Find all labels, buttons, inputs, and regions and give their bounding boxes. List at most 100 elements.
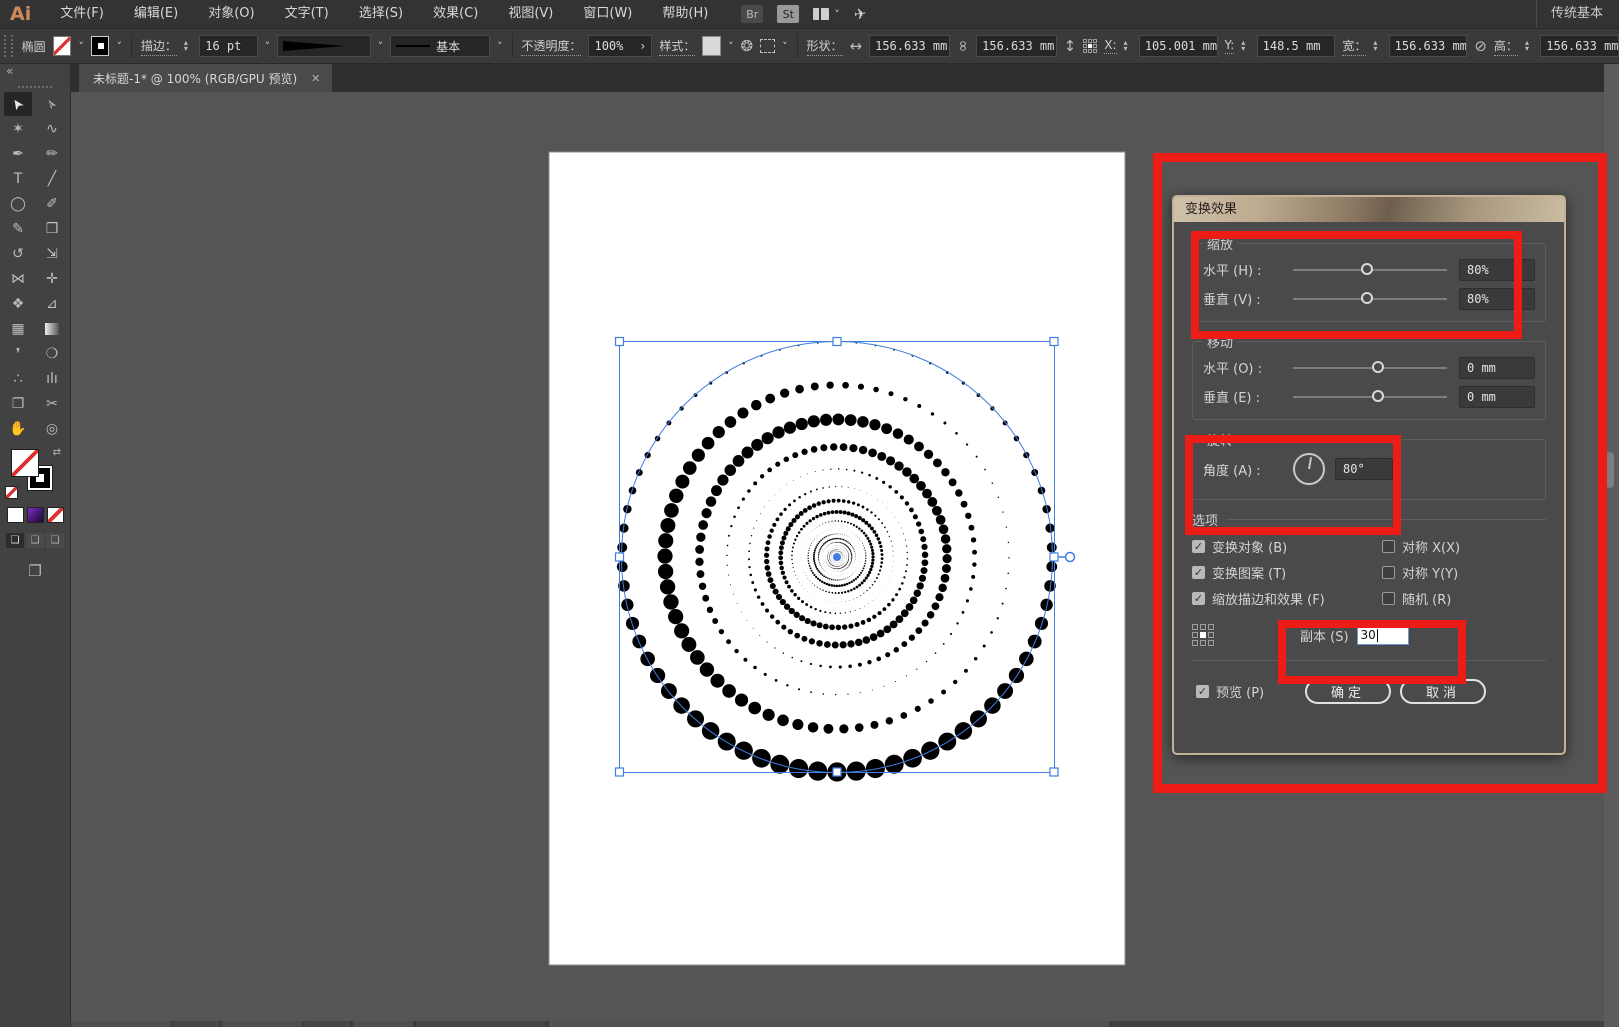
arrange-documents-button[interactable]: ˅ [813, 8, 840, 21]
width-profile-dropdown[interactable] [277, 35, 371, 57]
checkbox-icon[interactable]: ✓ [1192, 566, 1205, 579]
width-stepper[interactable]: ▴ ▾ [1373, 39, 1381, 53]
symbol-tool[interactable]: ❍ [38, 342, 66, 366]
fill-color-swatch[interactable] [52, 36, 72, 56]
move-horizontal-field[interactable]: 0 mm [1459, 356, 1535, 379]
type-tool[interactable]: T [4, 167, 32, 191]
ok-button[interactable]: 确定 [1305, 679, 1391, 704]
share-icon[interactable]: ✈ [853, 4, 868, 24]
height-stepper[interactable]: ▴ ▾ [1525, 39, 1533, 53]
chevron-down-icon[interactable]: ˅ [116, 40, 122, 53]
zoom-tool[interactable]: ◎ [38, 417, 66, 441]
draw-normal-button[interactable]: ❏ [6, 533, 24, 548]
artboard-tool[interactable]: ❐ [4, 392, 32, 416]
panel-grip[interactable] [4, 35, 13, 57]
menu-item-file[interactable]: 文件(F) [45, 0, 119, 28]
swap-fill-stroke-icon[interactable]: ⇄ [53, 447, 61, 458]
menu-item-type[interactable]: 文字(T) [270, 0, 344, 28]
checkbox-icon[interactable]: ✓ [1382, 592, 1395, 605]
gradient-button[interactable] [26, 507, 44, 523]
chevron-down-icon[interactable]: ˅ [497, 40, 503, 53]
stroke-weight-stepper[interactable]: ▴ ▾ [184, 39, 192, 53]
live-shape-widget-handle[interactable] [1064, 551, 1076, 563]
draw-inside-button[interactable]: ❏ [46, 533, 64, 548]
shaper-tool[interactable]: ✎ [4, 217, 32, 241]
lasso-tool[interactable]: ∿ [38, 117, 66, 141]
move-horizontal-slider[interactable] [1293, 360, 1447, 373]
opacity-label[interactable]: 不透明度： [521, 37, 582, 56]
scale-tool[interactable]: ⇲ [38, 242, 66, 266]
reference-point-locator[interactable] [1192, 624, 1214, 646]
scrollbar-segment[interactable] [222, 1021, 302, 1027]
slider-knob[interactable] [1360, 291, 1373, 304]
move-vertical-slider[interactable] [1293, 389, 1447, 402]
shape-builder-tool[interactable]: ❖ [4, 292, 32, 316]
width-tool[interactable]: ⋈ [4, 267, 32, 291]
slider-knob[interactable] [1360, 262, 1373, 275]
stepper-down-icon[interactable]: ▾ [184, 45, 192, 53]
opacity-field[interactable]: 100% › [588, 35, 653, 57]
preview-checkbox[interactable]: ✓ 预览 (P) [1196, 682, 1264, 701]
mesh-tool[interactable]: ▦ [4, 317, 32, 341]
chevron-down-icon[interactable]: ˅ [265, 40, 271, 53]
checkbox-icon[interactable]: ✓ [1192, 592, 1205, 605]
scrollbar-segment[interactable] [416, 1021, 546, 1027]
scrollbar-thumb[interactable] [549, 1021, 1109, 1027]
center-anchor[interactable] [832, 552, 842, 562]
checkbox-icon[interactable]: ✓ [1192, 540, 1205, 553]
checkbox-reflect-y[interactable]: ✓ 对称 Y(Y) [1382, 563, 1458, 582]
checkbox-reflect-x[interactable]: ✓ 对称 X(X) [1382, 537, 1460, 556]
shape-height-field[interactable]: 156.633 mm [976, 35, 1057, 57]
scale-horizontal-slider[interactable] [1293, 262, 1447, 275]
scrollbar-segment[interactable] [305, 1021, 350, 1027]
graph-tool[interactable]: ılı [38, 367, 66, 391]
arrow-right-icon[interactable]: › [639, 39, 646, 53]
x-field[interactable]: 105.001 mm [1138, 35, 1218, 57]
curvature-tool[interactable]: ✏ [38, 142, 66, 166]
shape-width-field[interactable]: 156.633 mm [869, 35, 950, 57]
ellipse-tool[interactable]: ◯ [4, 192, 32, 216]
direct-selection-tool[interactable]: ➢ [38, 92, 66, 116]
perspective-grid-tool[interactable]: ⊿ [38, 292, 66, 316]
angle-dial[interactable] [1293, 453, 1325, 485]
link-icon[interactable]: ∞ [954, 40, 972, 53]
checkbox-random[interactable]: ✓ 随机 (R) [1382, 589, 1451, 608]
checkbox-icon[interactable]: ✓ [1382, 540, 1395, 553]
stroke-weight-field[interactable]: 16 pt [199, 35, 258, 57]
color-button[interactable] [6, 507, 24, 523]
rotate-angle-field[interactable]: 80° [1335, 458, 1393, 480]
checkbox-icon[interactable]: ✓ [1196, 685, 1209, 698]
pen-tool[interactable]: ✒ [4, 142, 32, 166]
chevron-down-icon[interactable]: ˅ [728, 40, 734, 53]
menu-item-view[interactable]: 视图(V) [493, 0, 568, 28]
panel-expand-handle[interactable] [1606, 452, 1614, 488]
gradient-tool[interactable] [38, 317, 66, 341]
menu-item-select[interactable]: 选择(S) [344, 0, 418, 28]
symbol-sprayer-tool[interactable]: ∴ [4, 367, 32, 391]
menu-item-help[interactable]: 帮助(H) [647, 0, 723, 28]
stepper-down-icon[interactable]: ▾ [1124, 45, 1132, 53]
stepper-down-icon[interactable]: ▾ [1373, 45, 1381, 53]
brush-definition-dropdown[interactable]: 基本 [390, 35, 491, 57]
menu-item-edit[interactable]: 编辑(E) [119, 0, 193, 28]
x-stepper[interactable]: ▴ ▾ [1124, 39, 1132, 53]
default-swatches-icon[interactable] [5, 486, 18, 499]
slider-knob[interactable] [1371, 360, 1384, 373]
chevron-down-icon[interactable]: ˅ [378, 40, 384, 53]
chevron-down-icon[interactable]: ˅ [782, 40, 788, 53]
slice-tool[interactable]: ✂ [38, 392, 66, 416]
eyedropper-tool[interactable]: ❜ [4, 342, 32, 366]
recolor-artwork-icon[interactable]: ❂ [741, 37, 754, 55]
scale-vertical-slider[interactable] [1293, 291, 1447, 304]
stepper-down-icon[interactable]: ▾ [1525, 45, 1533, 53]
reference-point-locator[interactable] [1083, 39, 1098, 53]
menu-item-effect[interactable]: 效果(C) [418, 0, 493, 28]
horizontal-scrollbar[interactable] [71, 1021, 1604, 1027]
selection-tool[interactable]: ➤ [4, 92, 32, 116]
select-similar-icon[interactable] [760, 39, 776, 53]
fill-proxy-swatch[interactable] [11, 449, 39, 477]
toolbar-collapse-button[interactable]: « [0, 64, 70, 82]
scale-vertical-field[interactable]: 80% [1459, 287, 1535, 310]
scrollbar-segment[interactable] [71, 1021, 171, 1027]
checkbox-scale-strokes-effects[interactable]: ✓ 缩放描边和效果 (F) [1192, 589, 1382, 608]
